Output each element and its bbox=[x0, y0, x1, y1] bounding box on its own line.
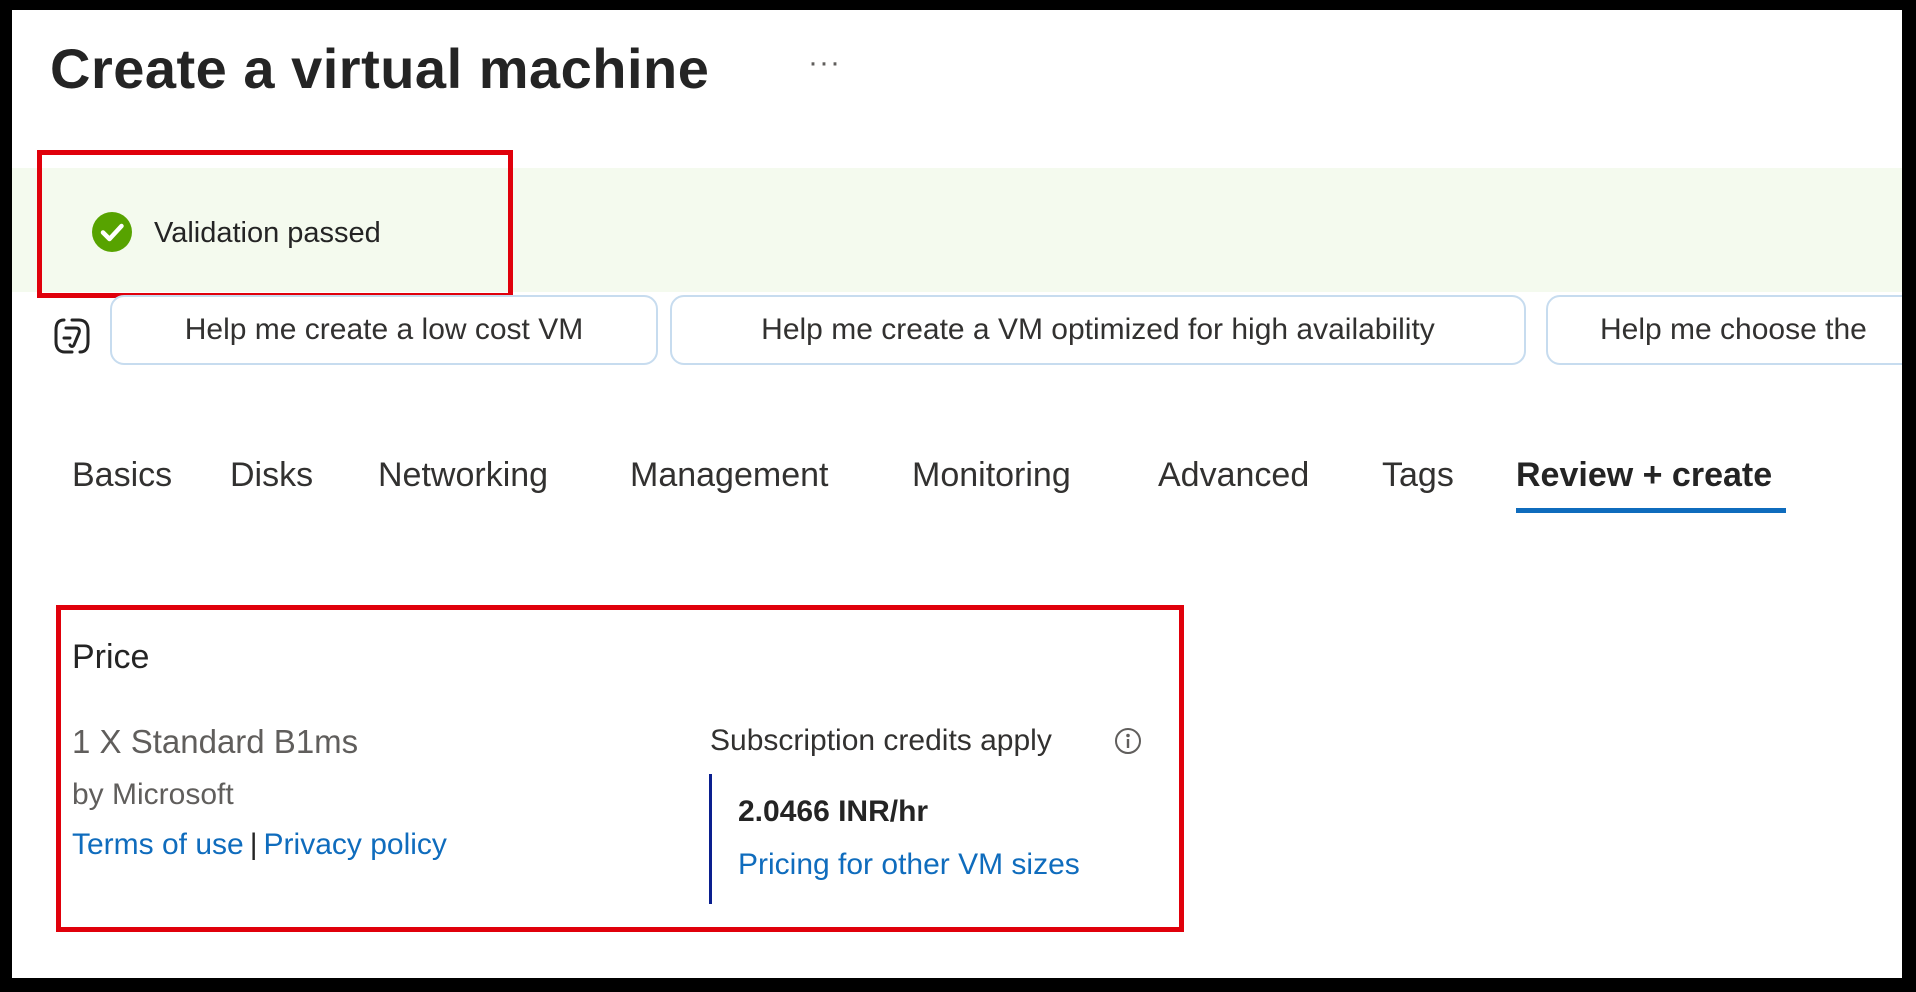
price-accent-bar bbox=[709, 774, 712, 904]
price-heading: Price bbox=[72, 638, 150, 676]
suggestion-chip-high-availability[interactable]: Help me create a VM optimized for high a… bbox=[670, 295, 1526, 365]
hourly-price: 2.0466 INR/hr bbox=[738, 795, 929, 828]
suggestion-chip-choose[interactable]: Help me choose the bbox=[1546, 295, 1902, 365]
tab-disks[interactable]: Disks bbox=[230, 456, 313, 495]
validation-highlight-box bbox=[37, 150, 513, 298]
suggestion-chip-label: Help me create a low cost VM bbox=[184, 313, 584, 346]
wizard-tabs: Basics Disks Networking Management Monit… bbox=[12, 440, 1902, 520]
more-options-button[interactable]: ··· bbox=[808, 46, 841, 80]
tab-tags[interactable]: Tags bbox=[1382, 456, 1454, 495]
active-tab-indicator bbox=[1516, 508, 1786, 513]
suggestion-chip-low-cost[interactable]: Help me create a low cost VM bbox=[110, 295, 658, 365]
pricing-other-sizes-link[interactable]: Pricing for other VM sizes bbox=[738, 848, 1080, 882]
vm-size-product: 1 X Standard B1ms bbox=[72, 723, 359, 760]
tab-basics[interactable]: Basics bbox=[72, 456, 172, 495]
tab-networking[interactable]: Networking bbox=[378, 456, 548, 495]
privacy-policy-link[interactable]: Privacy policy bbox=[264, 828, 447, 861]
suggestion-chip-label: Help me create a VM optimized for high a… bbox=[761, 313, 1435, 346]
link-separator: | bbox=[249, 828, 258, 861]
tab-management[interactable]: Management bbox=[630, 456, 828, 495]
copilot-icon[interactable] bbox=[50, 314, 94, 358]
terms-of-use-link[interactable]: Terms of use bbox=[72, 828, 244, 861]
azure-portal-screen: Create a virtual machine ··· Validation … bbox=[12, 10, 1902, 978]
publisher-text: by Microsoft bbox=[72, 778, 234, 811]
subscription-credits-label: Subscription credits apply bbox=[710, 724, 1052, 757]
page-title: Create a virtual machine bbox=[50, 37, 710, 100]
legal-links: Terms of use | Privacy policy bbox=[72, 828, 447, 862]
info-icon[interactable] bbox=[1114, 727, 1142, 755]
suggestion-chip-label: Help me choose the bbox=[1600, 313, 1867, 346]
price-highlight-box bbox=[56, 605, 1184, 932]
tab-monitoring[interactable]: Monitoring bbox=[912, 456, 1071, 495]
tab-review-create[interactable]: Review + create bbox=[1516, 456, 1772, 495]
tab-advanced[interactable]: Advanced bbox=[1158, 456, 1309, 495]
